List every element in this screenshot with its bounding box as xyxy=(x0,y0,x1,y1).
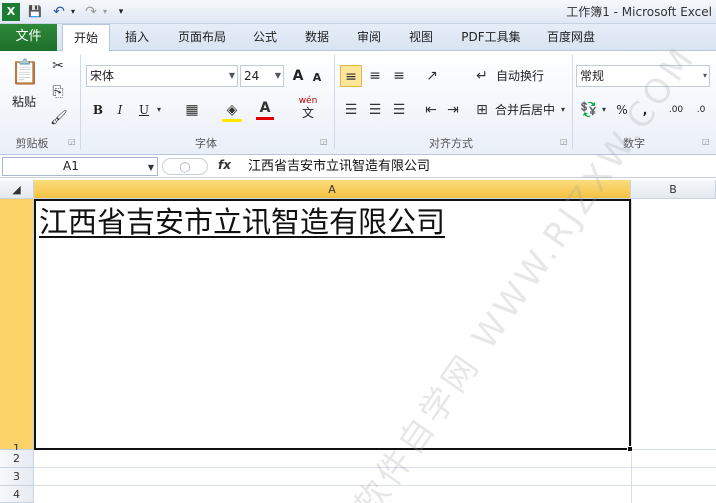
align-bottom-icon[interactable]: ≡ xyxy=(390,67,408,85)
title-bar: X 💾 ↶ ▾ ↷ ▾ ▾ 工作簿1 - Microsoft Excel xyxy=(0,0,716,24)
align-left-icon[interactable]: ☰ xyxy=(342,101,360,119)
tab-baidu-netdisk[interactable]: 百度网盘 xyxy=(538,24,604,51)
tab-page-layout[interactable]: 页面布局 xyxy=(170,24,234,51)
excel-app-icon[interactable]: X xyxy=(2,3,20,21)
group-label-clipboard: 剪贴板 xyxy=(15,137,49,150)
redo-icon[interactable]: ↷ xyxy=(82,3,100,21)
formula-bar-slider[interactable]: ◯ xyxy=(162,158,208,175)
grow-font-button[interactable]: A xyxy=(290,65,306,87)
shrink-font-button[interactable]: A xyxy=(310,67,324,89)
decrease-indent-icon[interactable]: ⇤ xyxy=(422,101,440,119)
increase-indent-icon[interactable]: ⇥ xyxy=(444,101,462,119)
number-launcher-icon[interactable]: ◲ xyxy=(702,137,710,146)
group-label-alignment: 对齐方式 xyxy=(429,137,473,150)
increase-decimal-button[interactable]: .00 xyxy=(664,99,688,121)
tab-file[interactable]: 文件 xyxy=(0,24,57,51)
align-center-icon[interactable]: ☰ xyxy=(366,101,384,119)
divider xyxy=(334,55,335,149)
underline-button[interactable]: U xyxy=(136,99,152,121)
tab-formulas[interactable]: 公式 xyxy=(244,24,286,51)
number-format-value: 常规 xyxy=(580,69,605,83)
tab-review[interactable]: 审阅 xyxy=(348,24,390,51)
chevron-down-icon: ▼ xyxy=(274,71,281,80)
paste-button[interactable]: 粘贴 xyxy=(6,91,42,113)
format-painter-icon[interactable]: 🖌 xyxy=(50,109,68,127)
fill-handle[interactable] xyxy=(627,446,633,452)
redo-dropdown-icon[interactable]: ▾ xyxy=(100,3,110,21)
row-header-1[interactable]: 1 xyxy=(0,199,34,455)
tab-data[interactable]: 数据 xyxy=(296,24,338,51)
orientation-icon[interactable]: ↗ xyxy=(422,67,442,85)
percent-style-button[interactable]: % xyxy=(612,99,632,121)
font-size-value: 24 xyxy=(244,69,260,83)
align-right-icon[interactable]: ☰ xyxy=(390,101,408,119)
wrap-text-icon[interactable]: ↵ xyxy=(474,67,490,85)
row-header-2[interactable]: 2 xyxy=(0,450,34,468)
formula-input[interactable]: 江西省吉安市立讯智造有限公司 xyxy=(248,158,430,175)
ribbon-tabs: 文件 开始 插入 页面布局 公式 数据 审阅 视图 PDF工具集 百度网盘 xyxy=(0,24,716,52)
chevron-down-icon[interactable]: ▾ xyxy=(154,101,164,119)
undo-icon[interactable]: ↶ xyxy=(50,3,68,21)
divider xyxy=(572,55,573,149)
chevron-down-icon: ▼ xyxy=(228,71,235,80)
comma-style-button[interactable]: , xyxy=(638,99,652,121)
group-label-number: 数字 xyxy=(623,137,645,150)
column-header-a[interactable]: A xyxy=(34,180,631,199)
chevron-down-icon[interactable]: ▾ xyxy=(558,101,568,119)
tab-pdf-tools[interactable]: PDF工具集 xyxy=(454,24,528,51)
worksheet-grid: ◢ A B 1 2 3 4 江西省吉安市立讯智造有限公司 xyxy=(0,180,716,503)
phonetic-guide-button[interactable]: 文 xyxy=(296,105,320,121)
chevron-down-icon[interactable]: ▾ xyxy=(600,101,608,119)
clipboard-launcher-icon[interactable]: ◲ xyxy=(68,137,76,146)
merge-center-icon[interactable]: ⊞ xyxy=(474,101,490,119)
bold-button[interactable]: B xyxy=(90,99,106,121)
formula-bar: A1 ▼ ◯ fx 江西省吉安市立讯智造有限公司 xyxy=(0,156,716,178)
accounting-format-icon[interactable]: 💱 xyxy=(580,101,598,119)
row-header-3[interactable]: 3 xyxy=(0,468,34,486)
number-format-combo[interactable]: 常规 ▾ xyxy=(576,65,710,87)
name-box[interactable]: A1 xyxy=(2,157,158,176)
gridline xyxy=(34,467,716,468)
merge-center-button[interactable]: 合并后居中 xyxy=(492,99,558,121)
ribbon: 📋 粘贴 ✂ ⎘ 🖌 剪贴板 ◲ 宋体 ▼ 24 ▼ A A B I U ▾ ▦… xyxy=(0,51,716,155)
paste-icon[interactable]: 📋 xyxy=(10,57,40,87)
select-all-corner[interactable]: ◢ xyxy=(0,180,34,199)
cell-a1-text: 江西省吉安市立讯智造有限公司 xyxy=(39,205,446,239)
borders-icon[interactable]: ▦ xyxy=(180,101,204,119)
tab-home[interactable]: 开始 xyxy=(62,24,110,52)
insert-function-button[interactable]: fx xyxy=(218,158,231,172)
align-top-icon[interactable]: ≡ xyxy=(340,65,362,87)
italic-button[interactable]: I xyxy=(112,99,128,121)
font-name-value: 宋体 xyxy=(90,69,115,83)
chevron-down-icon: ▾ xyxy=(702,71,707,80)
customize-qat-icon[interactable]: ▾ xyxy=(116,3,126,21)
row-header-4[interactable]: 4 xyxy=(0,486,34,503)
tab-view[interactable]: 视图 xyxy=(400,24,442,51)
decrease-decimal-button[interactable]: .0 xyxy=(690,99,712,121)
copy-icon[interactable]: ⎘ xyxy=(50,83,66,101)
fill-color-icon[interactable]: ◈ xyxy=(222,101,242,122)
group-label-font: 字体 xyxy=(195,137,217,150)
cut-icon[interactable]: ✂ xyxy=(50,57,66,75)
divider xyxy=(80,55,81,149)
font-color-icon[interactable]: A xyxy=(256,99,274,120)
cell-a1[interactable]: 江西省吉安市立讯智造有限公司 xyxy=(34,199,631,450)
chevron-down-icon[interactable]: ▼ xyxy=(146,159,156,177)
wrap-text-button[interactable]: 自动换行 xyxy=(492,65,548,87)
gridline xyxy=(34,485,716,486)
align-middle-icon[interactable]: ≡ xyxy=(366,67,384,85)
font-launcher-icon[interactable]: ◲ xyxy=(320,137,328,146)
tab-insert[interactable]: 插入 xyxy=(116,24,158,51)
gridline xyxy=(631,199,632,503)
window-title: 工作簿1 - Microsoft Excel xyxy=(566,5,712,19)
column-header-b[interactable]: B xyxy=(631,180,716,199)
name-box-value: A1 xyxy=(63,159,79,173)
save-icon[interactable]: 💾 xyxy=(26,3,44,21)
undo-dropdown-icon[interactable]: ▾ xyxy=(68,3,78,21)
font-name-combo[interactable]: 宋体 ▼ xyxy=(86,65,238,87)
alignment-launcher-icon[interactable]: ◲ xyxy=(560,137,568,146)
gridline xyxy=(631,449,716,450)
font-size-combo[interactable]: 24 ▼ xyxy=(240,65,284,87)
